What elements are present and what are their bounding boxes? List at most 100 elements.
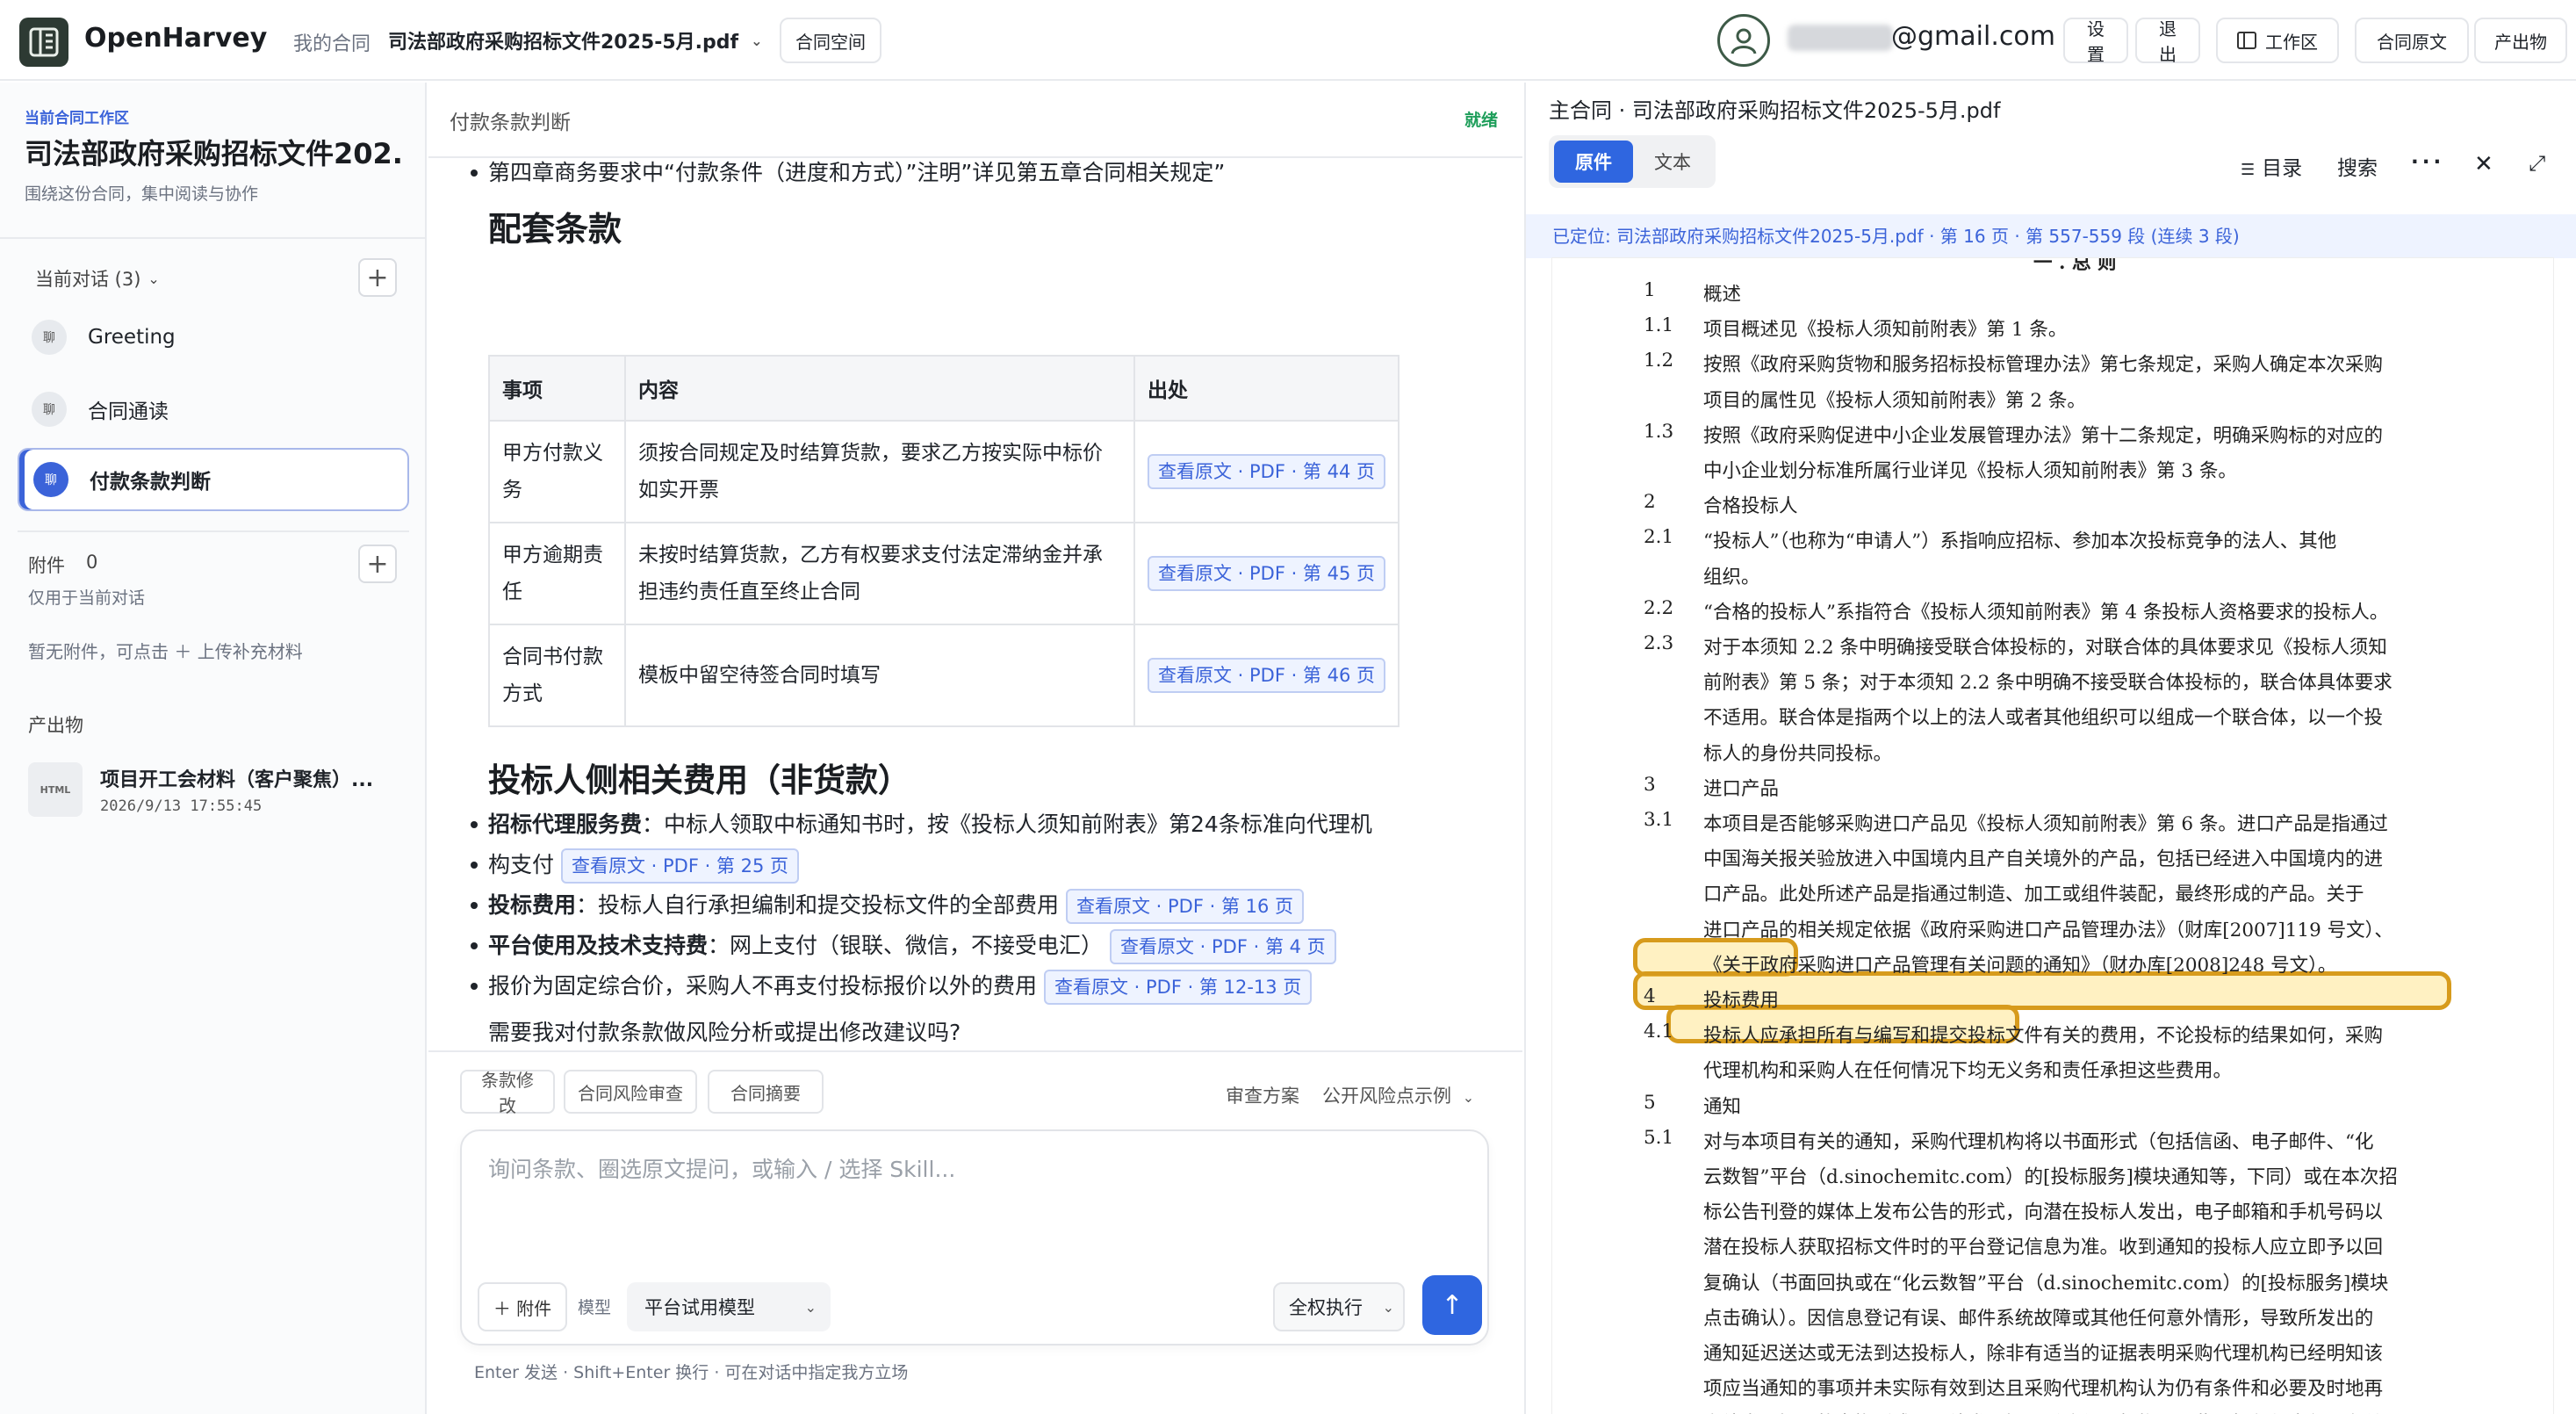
pdf-text-line: 投标人应承担所有与编写和提交投标文件有关的费用，不论投标的结果如何，采购 [1703, 1025, 2384, 1048]
search-button[interactable]: 搜索 [2337, 151, 2378, 181]
pdf-text-line: 按照《政府采购货物和服务招标投标管理办法》第七条规定，采购人确定本次采购 [1703, 354, 2384, 377]
table-cell: 未按时结算货款，乙方有权要求支付法定滞纳金并承担违约责任直至终止合同 [623, 522, 1135, 625]
pdf-text-line: 通知延迟送达或无法到达投标人，除非有适当的证据表明采购代理机构已经明知该 [1703, 1343, 2384, 1365]
pdf-text-line: 不适用。联合体是指两个以上的法人或者其他组织可以组成一个联合体，以一个投 [1703, 707, 2384, 730]
breadcrumb-file-name: 司法部政府采购招标文件2025-5月.pdf [388, 32, 739, 54]
settings-button[interactable]: 设置 [2063, 18, 2128, 65]
pdf-text-line: 投标费用 [1703, 990, 1780, 1012]
fullscreen-icon[interactable]: ⤢ [2529, 151, 2545, 176]
citation-link[interactable]: 查看原文 · PDF · 第 45 页 [1147, 556, 1385, 591]
chip-risk-review[interactable]: 合同风险审查 [564, 1070, 697, 1114]
conversation-item-greeting[interactable]: 聊 Greeting [18, 306, 409, 369]
citation-link[interactable]: 查看原文 · PDF · 第 4 页 [1109, 929, 1336, 964]
citation-link[interactable]: 查看原文 · PDF · 第 12-13 页 [1043, 970, 1313, 1005]
bullet-item: 第四章商务要求中“付款条件（进度和方式）”注明”详见第五章合同相关规定” [470, 156, 1225, 193]
tab-text[interactable]: 文本 [1635, 141, 1710, 183]
fee-name: 招标代理服务费 [488, 812, 643, 837]
pdf-text-line: 口产品。此处所述产品是指通过制造、加工或组件装配，最终形成的产品。关于 [1703, 884, 2364, 906]
pdf-text-line: 《关于政府采购进口产品管理有关问题的通知》（财办库[2008]248 号文）。 [1703, 954, 2337, 977]
toc-button[interactable]: ☰ 目录 [2241, 151, 2302, 181]
fee-item: 投标费用：投标人自行承担编制和提交投标文件的全部费用 查看原文 · PDF · … [470, 885, 1305, 926]
pdf-text-line: 潜在投标人获取招标文件时的平台登记信息为准。收到通知的投标人应立即予以回 [1703, 1237, 2384, 1259]
workspace-label: 当前合同工作区 [25, 110, 129, 127]
chip-summary[interactable]: 合同摘要 [708, 1070, 824, 1114]
execution-mode-select[interactable]: 全权执行 ⌄ [1273, 1282, 1405, 1331]
attach-button[interactable]: ＋ 附件 [478, 1282, 567, 1331]
execution-mode-value: 全权执行 [1289, 1297, 1363, 1318]
conversation-label: Greeting [88, 326, 176, 349]
paragraph-number: 3 [1644, 773, 1656, 796]
workspace-button[interactable]: 工作区 [2216, 18, 2339, 63]
table-cell: 甲方逾期责任 [488, 522, 626, 625]
model-select[interactable]: 平台试用模型 ⌄ [627, 1282, 831, 1331]
output-timestamp: 2026/9/13 17:55:45 [100, 797, 263, 815]
contract-original-button[interactable]: 合同原文 [2355, 18, 2469, 63]
table-cell: 甲方付款义务 [488, 420, 626, 523]
pdf-text-line: 合格投标人 [1703, 495, 1798, 518]
add-conversation-button[interactable]: + [358, 258, 397, 297]
output-item[interactable]: HTML 项目开工会材料（客户聚焦）... 2026/9/13 17:55:45 [28, 755, 397, 824]
conversations-header[interactable]: 当前对话 (3) ⌄ [35, 265, 160, 292]
paragraph-number: 5.1 [1644, 1126, 1674, 1149]
table-cell: 模板中留空待签合同时填写 [623, 624, 1135, 727]
fee-name: 投标费用 [488, 892, 577, 918]
citation-link[interactable]: 查看原文 · PDF · 第 46 页 [1147, 658, 1385, 693]
email-redaction [1788, 25, 1893, 51]
chip-clause-edit[interactable]: 条款修改 [460, 1070, 555, 1116]
pdf-page: 一 . 总 则 1 概述 1.1 项目概述见《投标人须知前附表》第 1 条。 1.2 按照… [1552, 258, 2553, 1414]
paragraph-number: 5 [1644, 1091, 1656, 1114]
pdf-text-line: 进口产品的相关规定依据《政府采购进口产品管理办法》（财库[2007]119 号文… [1703, 919, 2393, 941]
paragraph-number: 3.1 [1644, 809, 1674, 831]
pdf-text-line: 组织。 [1703, 566, 1760, 588]
section-heading: 投标人侧相关费用（非货款） [488, 761, 910, 799]
breadcrumb-file-selector[interactable]: 司法部政府采购招标文件2025-5月.pdf ⌄ [388, 26, 763, 54]
table-row: 甲方逾期责任 未按时结算货款，乙方有权要求支付法定滞纳金并承担违约责任直至终止合… [488, 522, 1400, 625]
chevron-down-icon: ⌄ [1462, 1089, 1475, 1106]
citation-link[interactable]: 查看原文 · PDF · 第 16 页 [1065, 889, 1305, 924]
outputs-button[interactable]: 产出物 [2474, 18, 2567, 63]
table-cell: 合同书付款方式 [488, 624, 626, 727]
pdf-text-line: 项应当通知的事项并未实际有效到达且采购代理机构认为仍有条件和必要及时地再 [1703, 1378, 2384, 1401]
fee-item: 报价为固定综合价，采购人不再支付投标报价以外的费用 查看原文 · PDF · 第… [470, 966, 1313, 1006]
more-icon[interactable]: ··· [2411, 151, 2444, 174]
pdf-text-line: 中国海关报关验放进入中国境内且产自关境外的产品，包括已经进入中国境内的进 [1703, 848, 2384, 871]
fee-text: ：网上支付（银联、微信，不接受电汇） [708, 933, 1104, 958]
fee-item-continued: 构支付 查看原文 · PDF · 第 25 页 [470, 845, 800, 885]
chat-messages: 第四章商务要求中“付款条件（进度和方式）”注明”详见第五章合同相关规定” 配套条… [428, 156, 1522, 1122]
conversation-item-payment-terms[interactable]: 聊 付款条款判断 [18, 448, 409, 511]
attachments-count: 0 [86, 552, 98, 573]
citation-link[interactable]: 查看原文 · PDF · 第 44 页 [1147, 454, 1385, 489]
conversations-header-label: 当前对话 (3) [35, 269, 141, 290]
add-attachment-button[interactable]: + [358, 545, 397, 583]
contract-space-button[interactable]: 合同空间 [780, 18, 881, 63]
pdf-text-line: 代理机构和采购人在任何情况下均无义务和责任承担这些费用。 [1703, 1060, 2233, 1083]
tab-original[interactable]: 原件 [1554, 141, 1633, 183]
send-button[interactable]: ↑ [1422, 1275, 1482, 1335]
arrow-up-icon: ↑ [1441, 1289, 1464, 1321]
app-logo-icon[interactable] [19, 18, 68, 67]
composer-divider [428, 1050, 1522, 1052]
list-icon: ☰ [2241, 161, 2256, 179]
pdf-text-line: 项目概述见《投标人须知前附表》第 1 条。 [1703, 319, 2068, 342]
chat-title: 付款条款判断 [450, 112, 571, 134]
logout-button[interactable]: 退出 [2135, 18, 2200, 65]
toc-label: 目录 [2262, 157, 2303, 180]
paragraph-number: 2 [1644, 491, 1656, 514]
review-plan-link[interactable]: 审查方案 [1226, 1082, 1299, 1108]
sidebar-panel-icon [2237, 32, 2256, 49]
paragraph-number: 2.1 [1644, 526, 1674, 549]
breadcrumb-my-contracts[interactable]: 我的合同 [293, 28, 371, 56]
page-section-title: 一 . 总 则 [2033, 258, 2117, 274]
conversation-item-contract-reading[interactable]: 聊 合同通读 [18, 378, 409, 441]
message-input[interactable]: 询问条款、圈选原文提问，或输入 / 选择 Skill... [488, 1152, 955, 1184]
attachments-subtitle: 仅用于当前对话 [28, 588, 146, 608]
message-composer[interactable]: 询问条款、圈选原文提问，或输入 / 选择 Skill... ＋ 附件 模型 平台… [460, 1129, 1489, 1345]
attachments-empty-text: 暂无附件，可点击 ＋ 上传补充材料 [28, 641, 303, 662]
user-avatar-icon[interactable] [1717, 14, 1770, 67]
public-risk-dropdown[interactable]: 公开风险点示例 ⌄ [1322, 1082, 1474, 1108]
conversation-label: 合同通读 [88, 400, 169, 423]
close-icon[interactable]: ✕ [2474, 151, 2493, 177]
sidebar: 当前合同工作区 司法部政府采购招标文件202... 围绕这份合同，集中阅读与协作… [0, 83, 427, 1414]
citation-link[interactable]: 查看原文 · PDF · 第 25 页 [560, 848, 800, 884]
pdf-text-line: 本项目是否能够采购进口产品见《投标人须知前附表》第 6 条。进口产品是指通过 [1703, 813, 2388, 835]
